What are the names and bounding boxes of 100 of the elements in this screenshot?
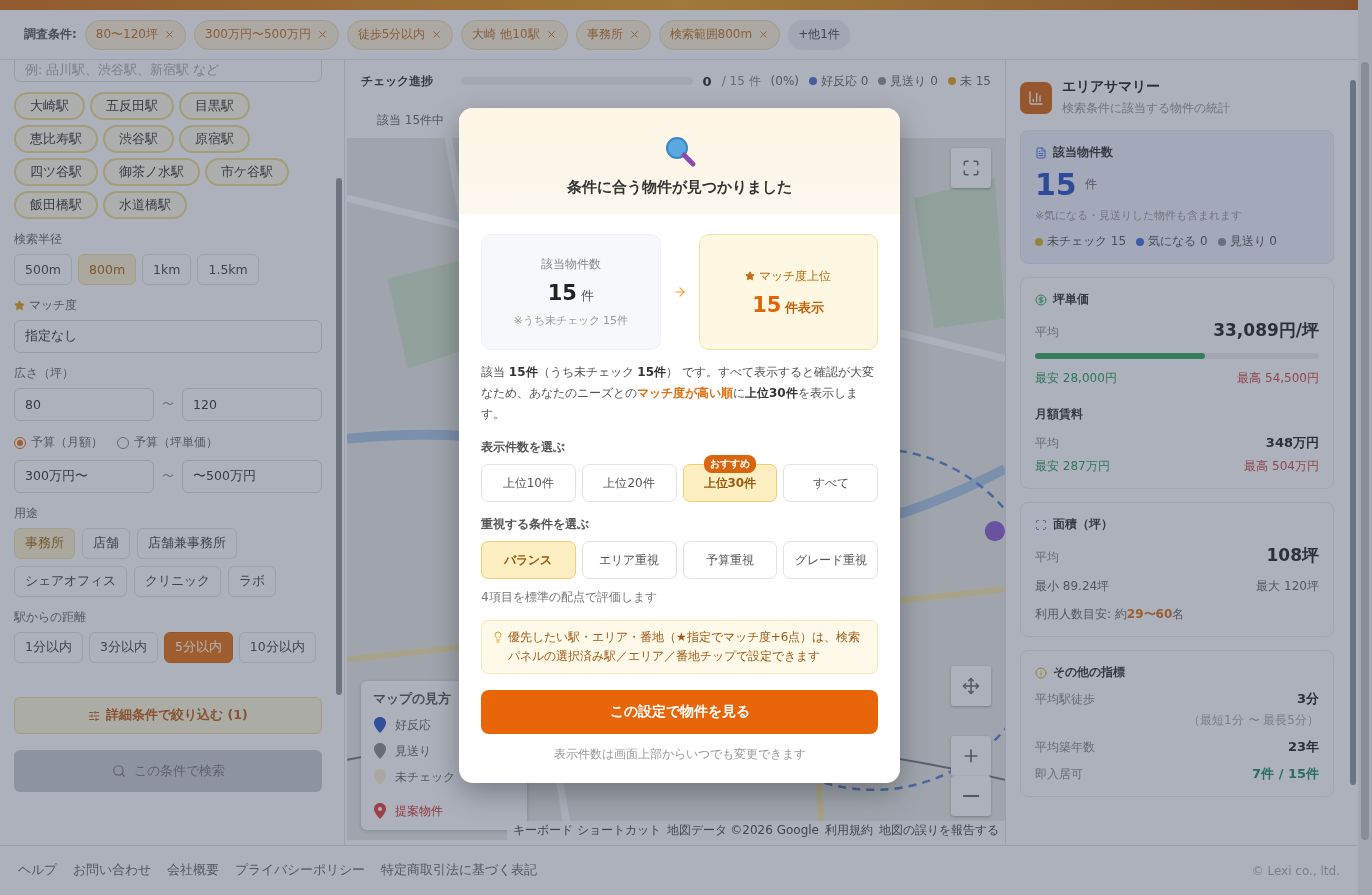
station-chip[interactable]: 御茶ノ水駅	[103, 158, 200, 186]
priority-option[interactable]: グレード重視	[783, 541, 878, 579]
distance-option[interactable]: 1分以内	[14, 632, 83, 663]
priority-option[interactable]: バランス	[481, 541, 576, 579]
usage-option[interactable]: 事務所	[14, 528, 75, 559]
station-chip[interactable]: 大崎駅	[14, 92, 85, 120]
stat-value: 33,089円/坪	[1213, 319, 1319, 342]
max-price: 最高 54,500円	[1237, 370, 1319, 387]
scrollbar[interactable]	[336, 178, 342, 695]
min-area: 最小 89.24坪	[1035, 578, 1110, 595]
priority-option[interactable]: 予算重視	[682, 541, 778, 579]
stat-value: 15	[752, 292, 782, 317]
filter-chip[interactable]: 300万円〜500万円	[194, 19, 339, 50]
close-icon[interactable]	[758, 29, 770, 40]
refine-button[interactable]: 詳細条件で絞り込む (1)	[14, 697, 322, 734]
filter-chip[interactable]: 徒歩5分以内	[346, 19, 454, 50]
legend-label: 提案物件	[395, 802, 443, 820]
station-chip[interactable]: 水道橋駅	[103, 191, 187, 219]
stat-label: 平均築年数	[1035, 739, 1095, 756]
filter-chip[interactable]: 80〜120坪	[84, 19, 186, 50]
close-icon[interactable]	[628, 29, 640, 40]
usage-option[interactable]: シェアオフィス	[14, 566, 127, 597]
submit-button[interactable]: この設定で物件を見る	[481, 690, 878, 734]
radius-option[interactable]: 1km	[142, 254, 192, 285]
station-chip[interactable]: 原宿駅	[179, 125, 250, 153]
footer-link[interactable]: 会社概要	[167, 862, 219, 879]
stat-label: 即入居可	[1035, 766, 1083, 783]
fullscreen-icon	[962, 159, 980, 177]
zoom-in-button[interactable]	[951, 736, 991, 776]
count-option[interactable]: 上位10件	[481, 464, 576, 502]
radius-option[interactable]: 800m	[78, 254, 137, 285]
match-select[interactable]: 指定なし	[14, 320, 322, 353]
distance-option[interactable]: 10分以内	[238, 632, 316, 663]
section-label: マッチ度	[29, 297, 77, 314]
section-label: 駅からの距離	[14, 609, 87, 626]
footer-link[interactable]: プライバシーポリシー	[235, 862, 365, 879]
scrollbar[interactable]	[1350, 80, 1356, 785]
station-chip[interactable]: 恵比寿駅	[14, 125, 98, 153]
filter-chip[interactable]: 大崎 他10駅	[461, 19, 568, 50]
section-label: 重視する条件を選ぶ	[481, 516, 590, 533]
stat-label: マッチ度上位	[759, 267, 832, 285]
close-icon[interactable]	[316, 29, 328, 40]
priority-option[interactable]: エリア重視	[581, 541, 677, 579]
more-chip[interactable]: +他1件	[788, 19, 850, 50]
footer-link[interactable]: 特定商取引法に基づく表記	[381, 862, 537, 879]
station-chip[interactable]: 渋谷駅	[103, 125, 174, 153]
zoom-out-button[interactable]	[951, 776, 991, 816]
card-title: 該当物件数	[1053, 144, 1113, 161]
section-label: 広さ（坪）	[14, 365, 75, 382]
map-attribution[interactable]: 利用規約	[825, 822, 873, 839]
priority-note: 4項目を標準の配点で評価します	[481, 589, 658, 606]
station-chip[interactable]: 飯田橋駅	[14, 191, 98, 219]
station-chip[interactable]: 四ツ谷駅	[14, 158, 98, 186]
budget-max-field[interactable]: 〜500万円	[182, 460, 322, 493]
progress-total: / 15 件	[721, 72, 761, 90]
usage-option[interactable]: 店舗兼事務所	[137, 528, 237, 559]
minus-icon	[963, 795, 979, 797]
document-icon	[1035, 146, 1047, 159]
close-icon[interactable]	[431, 29, 443, 40]
card-title: 坪単価	[1053, 291, 1089, 308]
filter-chip[interactable]: 事務所	[575, 19, 651, 50]
footer-link[interactable]: ヘルプ	[18, 862, 57, 879]
section-label: 検索半径	[14, 231, 63, 248]
station-chip[interactable]: 市ケ谷駅	[205, 158, 289, 186]
arrow-icon	[672, 285, 687, 299]
budget-min-field[interactable]: 300万円〜	[14, 460, 154, 493]
legend-label: 好反応 0	[821, 72, 869, 90]
card-title: 月額賃料	[1035, 406, 1084, 423]
radius-option[interactable]: 500m	[14, 254, 73, 285]
count-option[interactable]: 上位20件	[581, 464, 677, 502]
status-label: 気になる 0	[1148, 233, 1208, 250]
pan-button[interactable]	[951, 666, 991, 706]
close-icon[interactable]	[164, 29, 175, 40]
map-attribution[interactable]: 地図データ ©2026 Google	[666, 822, 819, 839]
usage-option[interactable]: 店舗	[82, 528, 130, 559]
stat-value: 23年	[1287, 738, 1319, 756]
radius-option[interactable]: 1.5km	[197, 254, 259, 285]
section-label: 用途	[14, 505, 39, 522]
filter-chip[interactable]: 検索範囲800m	[658, 19, 781, 50]
map-attribution[interactable]: 地図の誤りを報告する	[879, 822, 999, 839]
count-value: 15	[1035, 167, 1077, 202]
fullscreen-button[interactable]	[951, 148, 991, 188]
close-icon[interactable]	[545, 29, 557, 40]
size-max-field[interactable]: 120	[182, 388, 322, 421]
legend-label: 好反応	[395, 716, 431, 734]
distance-option[interactable]: 5分以内	[163, 632, 233, 663]
station-chip[interactable]: 五反田駅	[90, 92, 174, 120]
map-attribution[interactable]: キーボード ショートカット	[512, 822, 661, 839]
usage-option[interactable]: ラボ	[228, 566, 276, 597]
stat-value: 108坪	[1266, 544, 1319, 567]
count-option[interactable]: すべて	[783, 464, 878, 502]
conditions-label: 調査条件:	[24, 26, 77, 43]
usage-option[interactable]: クリニック	[134, 566, 221, 597]
stat-value: 7件 / 15件	[1252, 765, 1319, 783]
footer-link[interactable]: お問い合わせ	[73, 862, 151, 879]
size-min-field[interactable]: 80	[14, 388, 154, 421]
station-chip[interactable]: 目黒駅	[179, 92, 250, 120]
distance-option[interactable]: 3分以内	[88, 632, 158, 663]
range-separator: 〜	[162, 468, 174, 485]
scrollbar[interactable]	[1361, 62, 1369, 840]
